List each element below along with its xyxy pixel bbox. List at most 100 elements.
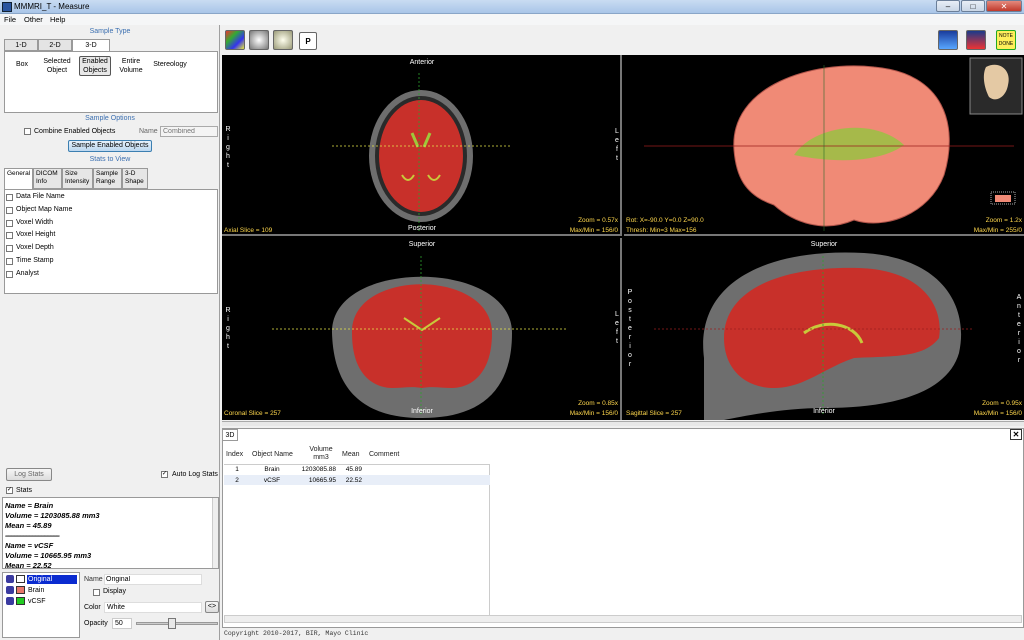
results-close-button[interactable]: ✕	[1010, 429, 1022, 440]
render-zoom-label: Zoom = 1.2x	[985, 217, 1022, 224]
log-stats-button[interactable]: Log Stats	[6, 468, 52, 481]
minimize-button[interactable]: –	[936, 0, 960, 12]
object-visibility-icon[interactable]	[6, 586, 14, 594]
col-index[interactable]: Index	[226, 451, 243, 458]
results-tab-3d[interactable]: 3D	[222, 429, 238, 441]
stats-log-scrollbar[interactable]	[212, 498, 218, 568]
sagittal-slice-image	[654, 252, 974, 420]
sagittal-slice-label: Sagittal Slice = 257	[626, 410, 682, 417]
app-icon	[2, 2, 12, 12]
stats-grid-tool-icon[interactable]	[225, 30, 245, 50]
render-viewport[interactable]: Rot: X=-90.0 Y=0.0 Z=90.0 Thresh: Min=3 …	[624, 55, 1024, 236]
display-checkbox[interactable]	[93, 589, 100, 596]
render-rot-label: Rot: X=-90.0 Y=0.0 Z=90.0	[626, 217, 704, 224]
stats-log-box: Name = Brain Volume = 1203085.88 mm3 Mea…	[2, 497, 219, 569]
axial-viewport[interactable]: Anterior Posterior Right Left Axial Slic…	[222, 55, 622, 236]
render-maxmin-label: Max/Min = 255/0	[973, 227, 1022, 234]
head-tool-icon[interactable]	[273, 30, 293, 50]
sample-box-option[interactable]: Box	[9, 60, 35, 69]
axial-slice-label: Axial Slice = 109	[224, 227, 273, 234]
sagittal-viewport[interactable]: Superior Inferior Posterior Anterior Sag…	[624, 238, 1024, 420]
tab-2d[interactable]: 2-D	[38, 39, 72, 51]
coronal-right-label: Right	[225, 307, 231, 350]
object-list-item[interactable]: vCSF	[27, 597, 77, 606]
object-list-item[interactable]: Brain	[27, 586, 77, 595]
sample-options-title: Sample Options	[85, 115, 135, 122]
tab-general[interactable]: General	[4, 168, 33, 189]
object-name-label: Name	[84, 576, 103, 583]
opacity-value[interactable]: 50	[112, 618, 132, 629]
stat-item-label: Voxel Width	[16, 218, 53, 226]
stat-checkbox[interactable]	[6, 258, 13, 265]
results-cell: 22.52	[345, 477, 362, 484]
maximize-button[interactable]: □	[961, 0, 985, 12]
combined-name-input[interactable]	[160, 126, 218, 137]
stat-checkbox[interactable]	[6, 194, 13, 201]
axial-zoom-label: Zoom = 0.57x	[578, 217, 618, 224]
object-visibility-icon[interactable]	[6, 597, 14, 605]
axial-maxmin-label: Max/Min = 156/0	[569, 227, 618, 234]
monitor-tool-icon[interactable]	[938, 30, 958, 50]
stat-item-label: Analyst	[16, 269, 39, 277]
results-cell: vCSF	[263, 477, 281, 484]
col-mean[interactable]: Mean	[342, 451, 360, 458]
color-value[interactable]: White	[104, 602, 202, 613]
stat-checkbox[interactable]	[6, 206, 13, 214]
opacity-slider[interactable]	[136, 622, 218, 625]
menu-file[interactable]: File	[4, 15, 16, 24]
coronal-superior-label: Superior	[408, 241, 436, 248]
sample-enabled-objects-option[interactable]: Enabled Objects	[79, 56, 111, 76]
notes-tool-icon[interactable]: NOTE DONE	[996, 30, 1016, 50]
stat-item-label: Object Map Name	[16, 205, 73, 213]
stat-checkbox[interactable]	[6, 232, 13, 240]
tab-sample-range[interactable]: Sample Range	[93, 168, 122, 189]
object-color-swatch[interactable]	[16, 586, 25, 594]
results-cell: 1203085.88	[301, 466, 336, 473]
stats-log-text: Name = Brain Volume = 1203085.88 mm3 Mea…	[5, 501, 100, 569]
stat-item-label: Data File Name	[16, 193, 65, 200]
results-hscrollbar[interactable]	[224, 615, 1022, 623]
sample-entire-volume-option[interactable]: Entire Volume	[115, 57, 147, 75]
object-color-swatch[interactable]	[16, 575, 25, 583]
copyright-footer: Copyright 2010-2017, BIR, Mayo Clinic	[224, 630, 369, 637]
sample-selected-object-option[interactable]: Selected Object	[39, 57, 75, 75]
close-window-button[interactable]: ✕	[986, 0, 1022, 12]
scanner-tool-icon[interactable]	[249, 30, 269, 50]
menu-other[interactable]: Other	[24, 15, 43, 24]
sagittal-zoom-label: Zoom = 0.95x	[982, 400, 1022, 407]
color-picker-button[interactable]: <>	[205, 601, 219, 613]
object-name-input[interactable]	[104, 574, 202, 585]
sample-stereology-option[interactable]: Stereology	[151, 60, 189, 69]
coronal-viewport[interactable]: Superior Inferior Right Left Coronal Sli…	[222, 238, 622, 420]
axial-right-label: Right	[225, 126, 231, 169]
menu-help[interactable]: Help	[50, 15, 65, 24]
stat-checkbox[interactable]	[6, 245, 13, 253]
tab-dicom-info[interactable]: DICOM Info	[33, 168, 62, 189]
opacity-slider-handle[interactable]	[168, 618, 176, 629]
axial-left-label: Left	[615, 128, 619, 162]
axial-posterior-label: Posterior	[407, 225, 436, 232]
combine-checkbox[interactable]	[24, 128, 31, 135]
sagittal-anterior-label: Anterior	[1016, 294, 1022, 364]
object-visibility-icon[interactable]	[6, 575, 14, 583]
display-label: Display	[103, 588, 126, 595]
display-tool-icon[interactable]	[966, 30, 986, 50]
stat-checkbox[interactable]	[6, 219, 13, 227]
image-viewer: Anterior Posterior Right Left Axial Slic…	[222, 55, 1024, 420]
stats-to-view-title: Stats to View	[89, 156, 131, 163]
col-comment[interactable]: Comment	[369, 451, 399, 458]
tab-size-intensity[interactable]: Size Intensity	[62, 168, 93, 189]
viewer-splitter[interactable]	[222, 421, 1024, 426]
sample-enabled-objects-button[interactable]: Sample Enabled Objects	[68, 140, 152, 152]
tab-3d-shape[interactable]: 3-D Shape	[122, 168, 148, 189]
col-volume[interactable]: Volume mm3	[306, 446, 336, 462]
window-title: MMMRI_T - Measure	[14, 2, 90, 11]
object-color-swatch[interactable]	[16, 597, 25, 605]
stat-checkbox[interactable]	[6, 270, 13, 278]
results-cell: 45.89	[345, 466, 362, 473]
tab-1d[interactable]: 1-D	[4, 39, 38, 51]
object-list-item[interactable]: Original	[27, 575, 77, 584]
col-object-name[interactable]: Object Name	[252, 451, 293, 458]
print-tool-icon[interactable]: P	[299, 32, 317, 50]
coronal-slice-label: Coronal Slice = 257	[224, 410, 281, 417]
